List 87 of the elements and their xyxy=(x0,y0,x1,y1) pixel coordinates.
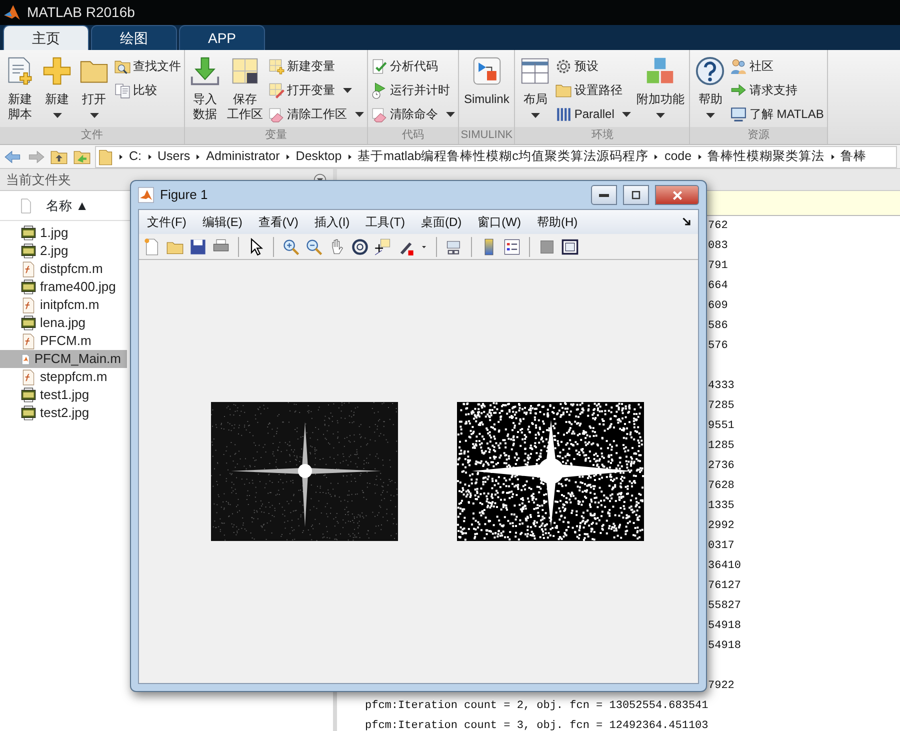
toolbar-button[interactable]: 保存 工作区 xyxy=(224,54,266,127)
file-item[interactable]: test1.jpg xyxy=(0,386,127,404)
command-output: 54918 xyxy=(708,640,742,652)
path-segment[interactable]: Desktop xyxy=(294,147,343,166)
command-output: 7922 xyxy=(708,680,734,692)
file-item[interactable]: 2.jpg xyxy=(0,242,127,260)
command-output: pfcm:Iteration count = 3, obj. fcn = 12492364.451103 xyxy=(365,720,708,731)
file-item[interactable]: PFCM.m xyxy=(0,332,127,350)
command-output: 76127 xyxy=(708,580,742,592)
ribbon-tab[interactable]: APP xyxy=(179,25,265,50)
path-segment[interactable]: 鲁棒性模糊聚类算法 xyxy=(706,147,826,166)
file-item[interactable]: 1.jpg xyxy=(0,224,127,242)
menu-item[interactable]: 桌面(D) xyxy=(412,213,470,231)
toolbar-button[interactable]: 新建 xyxy=(39,54,75,127)
command-output: 083 xyxy=(708,240,728,252)
panel-title: 当前文件夹 xyxy=(6,170,71,189)
group-label: 变量 xyxy=(185,127,367,144)
toolbar-button[interactable]: 打开 xyxy=(76,54,112,127)
menu-item[interactable]: 插入(I) xyxy=(306,213,358,231)
menu-item[interactable]: 窗口(W) xyxy=(470,213,529,231)
command-output: 2992 xyxy=(708,520,734,532)
command-output: 2736 xyxy=(708,460,734,472)
toolbar-button[interactable]: Simulink xyxy=(461,54,512,127)
menu-item[interactable]: 工具(T) xyxy=(358,213,413,231)
column-header[interactable]: 名称 ▲ xyxy=(46,196,88,216)
toolbar-button[interactable]: 请求支持 xyxy=(729,78,825,102)
file-item[interactable]: lena.jpg xyxy=(0,314,127,332)
group-label: SIMULINK xyxy=(459,127,514,144)
toolbar-button[interactable]: 比较 xyxy=(113,78,182,102)
command-output: 54918 xyxy=(708,620,742,632)
command-output: 791 xyxy=(708,260,728,272)
file-item[interactable]: distpfcm.m xyxy=(0,260,127,278)
group-label: 代码 xyxy=(368,127,458,144)
figure-title: Figure 1 xyxy=(160,186,208,204)
command-output: 0317 xyxy=(708,540,734,552)
ribbon-tab[interactable]: 绘图 xyxy=(91,25,177,50)
path-segment[interactable]: code xyxy=(663,147,693,166)
toolbar-button[interactable]: 清除工作区 xyxy=(267,102,365,126)
group-label: 环境 xyxy=(515,127,690,144)
toolbar-button[interactable]: 预设 xyxy=(554,54,632,78)
file-item[interactable]: frame400.jpg xyxy=(0,278,127,296)
command-output: 55827 xyxy=(708,600,742,612)
toolbar-button[interactable]: 布局 xyxy=(517,54,554,127)
path-segment[interactable]: Users xyxy=(156,147,192,166)
command-output: 36410 xyxy=(708,560,742,572)
command-output: 664 xyxy=(708,280,728,292)
toolbar-button[interactable]: 新建 脚本 xyxy=(2,54,38,127)
command-output: 1335 xyxy=(708,500,734,512)
command-output: 7628 xyxy=(708,480,734,492)
toolbar-button[interactable]: 运行并计时 xyxy=(370,78,456,102)
command-output: 586 xyxy=(708,320,728,332)
command-output: 9551 xyxy=(708,420,734,432)
menu-item[interactable]: 文件(F) xyxy=(139,213,194,231)
window-title: MATLAB R2016b xyxy=(27,3,135,22)
group-label: 资源 xyxy=(690,127,827,144)
toolbar-button[interactable]: 打开变量 xyxy=(267,78,365,102)
toolbar-button[interactable]: 清除命令 xyxy=(370,102,456,126)
toolbar-button[interactable]: 新建变量 xyxy=(267,54,365,78)
toolbar-button[interactable]: 分析代码 xyxy=(370,54,456,78)
file-item[interactable]: PFCM_Main.m xyxy=(0,350,127,368)
command-output: 609 xyxy=(708,300,728,312)
file-item[interactable]: initpfcm.m xyxy=(0,296,127,314)
menu-item[interactable]: 查看(V) xyxy=(250,213,306,231)
path-segment[interactable]: 基于matlab编程鲁棒性模糊c均值聚类算法源码程序 xyxy=(356,147,650,166)
path-segment[interactable]: Administrator xyxy=(205,147,281,166)
ribbon-tab[interactable]: 主页 xyxy=(3,25,89,50)
toolbar-button[interactable]: 导入 数据 xyxy=(187,54,223,127)
toolbar-button[interactable]: Parallel xyxy=(554,102,632,126)
toolbar-button[interactable]: 社区 xyxy=(729,54,825,78)
toolbar-button[interactable]: 查找文件 xyxy=(113,54,182,78)
command-output: 762 xyxy=(708,220,728,232)
command-output: pfcm:Iteration count = 2, obj. fcn = 13052554.683541 xyxy=(365,700,708,712)
command-output: 576 xyxy=(708,340,728,352)
command-output: 7285 xyxy=(708,400,734,412)
command-output: 4333 xyxy=(708,380,734,392)
menu-item[interactable]: 编辑(E) xyxy=(194,213,250,231)
group-label: 文件 xyxy=(0,127,184,144)
path-segment[interactable]: 鲁棒 xyxy=(840,147,868,166)
file-item[interactable]: test2.jpg xyxy=(0,404,127,422)
toolbar-button[interactable]: 附加功能 xyxy=(633,54,688,127)
toolbar-button[interactable]: 了解 MATLAB xyxy=(729,102,825,126)
toolbar-button[interactable]: 设置路径 xyxy=(554,78,632,102)
toolbar-button[interactable]: 帮助 xyxy=(692,54,728,127)
file-item[interactable]: steppfcm.m xyxy=(0,368,127,386)
command-output: 1285 xyxy=(708,440,734,452)
menu-item[interactable]: 帮助(H) xyxy=(528,213,586,231)
path-segment[interactable]: C: xyxy=(128,147,142,166)
